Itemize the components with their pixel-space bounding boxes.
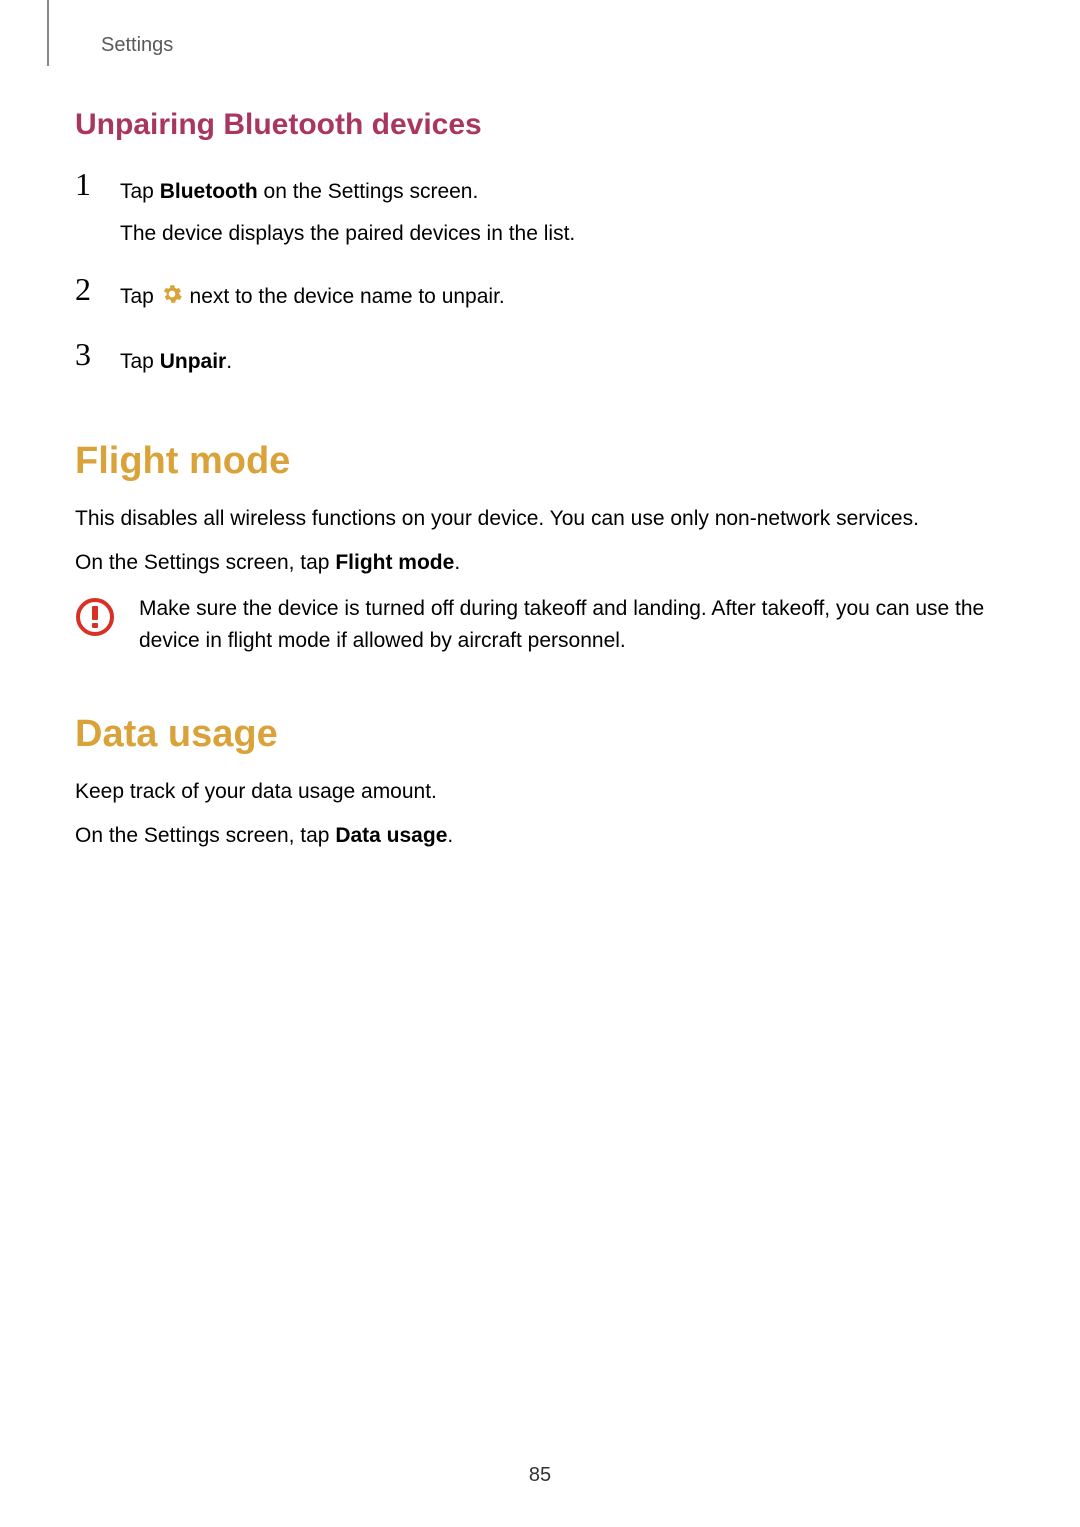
text: Keep track of your data usage amount. (75, 774, 1005, 810)
step-body: Tap Bluetooth on the Settings screen. Th… (120, 172, 1005, 257)
subheading-unpairing: Unpairing Bluetooth devices (75, 108, 1005, 142)
text: This disables all wireless functions on … (75, 501, 1005, 537)
caution-icon (75, 597, 115, 642)
step-number: 1 (75, 168, 120, 200)
step-1: 1 Tap Bluetooth on the Settings screen. … (75, 172, 1005, 257)
step-body: Tap next to the device name to unpair. (120, 277, 1005, 321)
text: . (447, 824, 453, 847)
text: On the Settings screen, tap (75, 551, 335, 574)
text: On the Settings screen, tap (75, 824, 335, 847)
callout-text: Make sure the device is turned off durin… (139, 593, 1005, 658)
step-number: 3 (75, 338, 120, 370)
unpairing-steps: 1 Tap Bluetooth on the Settings screen. … (75, 172, 1005, 385)
bold-text: Bluetooth (160, 180, 258, 203)
text: On the Settings screen, tap Flight mode. (75, 545, 1005, 581)
page-number: 85 (0, 1464, 1080, 1487)
header-divider (47, 0, 49, 66)
heading-flight-mode: Flight mode (75, 440, 1005, 483)
text: Tap (120, 350, 160, 373)
text: . (454, 551, 460, 574)
warning-callout: Make sure the device is turned off durin… (75, 593, 1005, 658)
text: . (226, 350, 232, 373)
step-number: 2 (75, 273, 120, 305)
text: Tap (120, 285, 160, 308)
text: on the Settings screen. (258, 180, 479, 203)
step-body: Tap Unpair. (120, 342, 1005, 386)
bold-text: Unpair (160, 350, 227, 373)
step-2: 2 Tap next to the device name to unpair. (75, 277, 1005, 321)
bold-text: Flight mode (335, 551, 454, 574)
page-content: Unpairing Bluetooth devices 1 Tap Blueto… (75, 108, 1005, 861)
text: next to the device name to unpair. (184, 285, 505, 308)
text: On the Settings screen, tap Data usage. (75, 818, 1005, 854)
bold-text: Data usage (335, 824, 447, 847)
heading-data-usage: Data usage (75, 713, 1005, 756)
step-3: 3 Tap Unpair. (75, 342, 1005, 386)
text: The device displays the paired devices i… (120, 216, 1005, 252)
text: Tap (120, 180, 160, 203)
gear-icon (162, 280, 182, 316)
header-breadcrumb: Settings (101, 34, 173, 57)
